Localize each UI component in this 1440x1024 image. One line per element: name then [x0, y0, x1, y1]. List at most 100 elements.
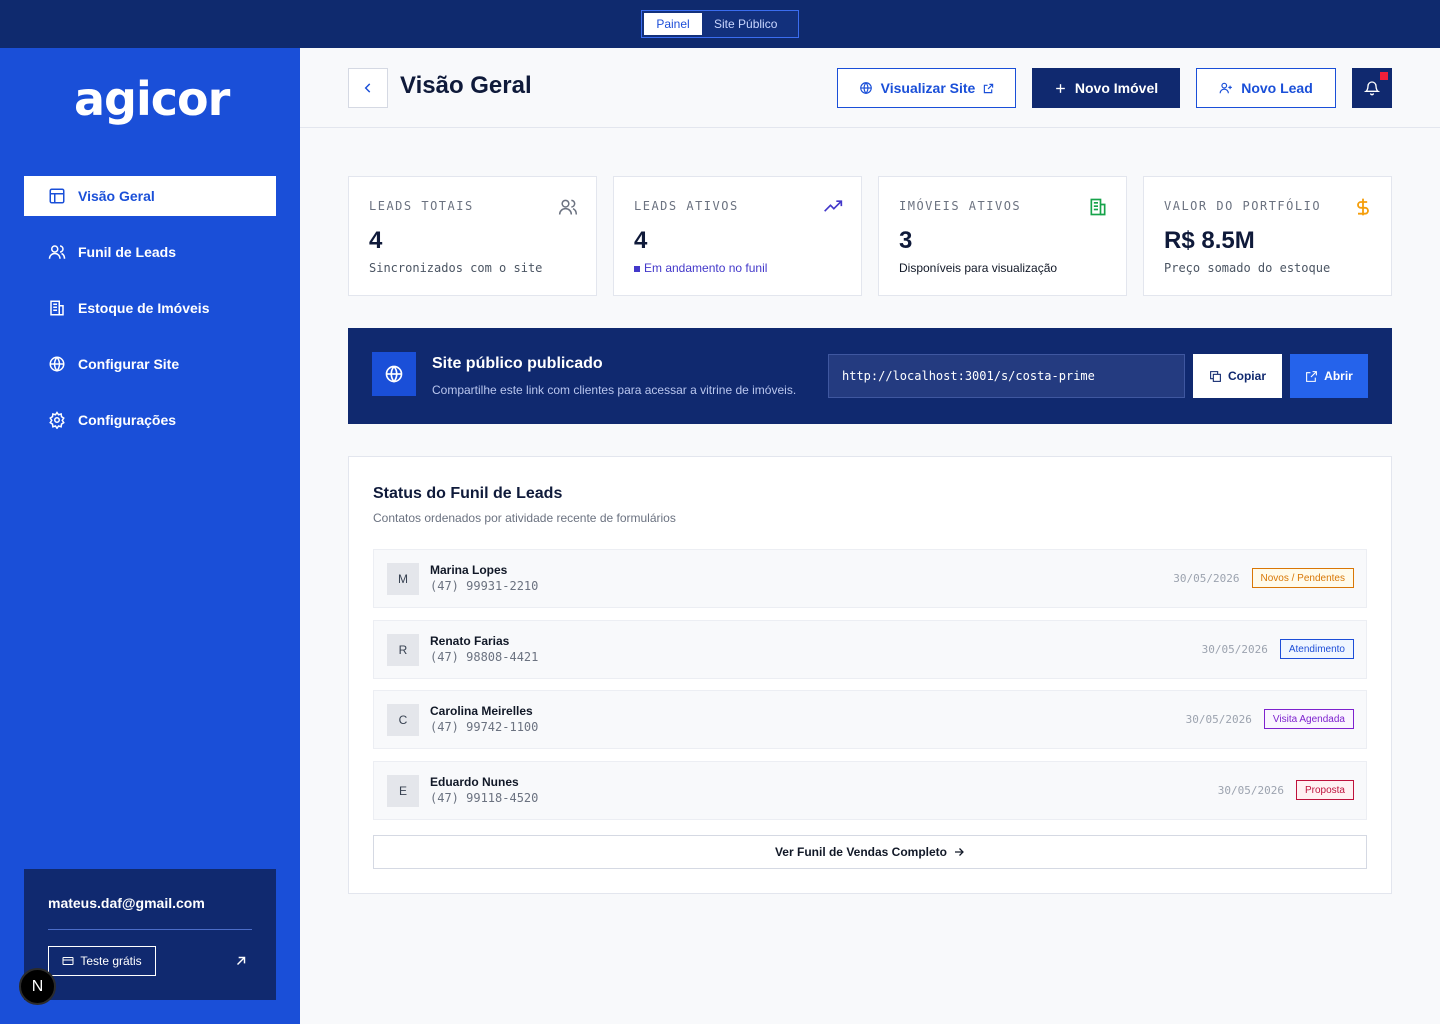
gear-icon	[49, 411, 65, 429]
sidebar-item-label: Visão Geral	[78, 188, 155, 204]
trial-label: Teste grátis	[80, 954, 142, 968]
globe-icon	[859, 82, 872, 95]
external-link-icon	[1306, 370, 1318, 382]
lead-row[interactable]: E Eduardo Nunes (47) 99118-4520 30/05/20…	[373, 761, 1367, 820]
stat-label: VALOR DO PORTFÓLIO	[1164, 199, 1322, 213]
sidebar: agicor Visão Geral Funil de Leads Estoqu…	[0, 48, 300, 1024]
new-lead-button[interactable]: Novo Lead	[1196, 68, 1336, 108]
stat-sub: Em andamento no funil	[634, 261, 767, 275]
lead-date: 30/05/2026	[1185, 712, 1252, 726]
lead-meta: 30/05/2026 Novos / Pendentes	[1173, 568, 1354, 588]
globe-icon	[385, 365, 403, 383]
public-url-field[interactable]: http://localhost:3001/s/costa-prime	[828, 354, 1185, 398]
stat-sub: Disponíveis para visualização	[899, 261, 1058, 275]
avatar: C	[387, 704, 419, 736]
full-funnel-button[interactable]: Ver Funil de Vendas Completo	[373, 835, 1367, 869]
page-header: Visão Geral Visualizar Site Novo Imóvel …	[300, 48, 1440, 128]
plus-icon	[1056, 83, 1065, 93]
new-lead-label: Novo Lead	[1241, 80, 1313, 96]
banner-title: Site público publicado	[432, 355, 603, 372]
stat-card-leads-totais: LEADS TOTAIS 4 Sincronizados com o site	[348, 176, 597, 296]
sidebar-item-label: Configurar Site	[78, 356, 180, 372]
funnel-panel: Status do Funil de Leads Contatos ordena…	[348, 456, 1392, 894]
users-icon	[48, 245, 66, 259]
stat-card-imoveis-ativos: IMÓVEIS ATIVOS 3 Disponíveis para visual…	[878, 176, 1127, 296]
tab-site-publico[interactable]: Site Público	[702, 13, 789, 35]
stat-value: 4	[369, 227, 383, 254]
status-square	[634, 265, 640, 272]
sidebar-item-label: Configurações	[78, 412, 177, 428]
lead-row[interactable]: R Renato Farias (47) 98808-4421 30/05/20…	[373, 620, 1367, 679]
sidebar-item-estoque-de-imoveis[interactable]: Estoque de Imóveis	[24, 288, 276, 328]
status-badge: Visita Agendada	[1263, 709, 1354, 729]
sidebar-item-configurar-site[interactable]: Configurar Site	[24, 344, 276, 384]
new-property-button[interactable]: Novo Imóvel	[1032, 68, 1180, 108]
status-badge: Atendimento	[1279, 639, 1354, 659]
copy-icon	[1210, 370, 1221, 382]
lead-meta: 30/05/2026 Atendimento	[1202, 639, 1354, 659]
account-email: mateus.daf@gmail.com	[48, 895, 205, 911]
notifications-button[interactable]	[1352, 68, 1392, 108]
open-button[interactable]: Abrir	[1290, 354, 1368, 398]
trial-button[interactable]: Teste grátis	[48, 946, 156, 976]
publish-banner: Site público publicado Compartilhe este …	[348, 328, 1392, 424]
lead-phone: (47) 98808-4421	[430, 650, 539, 664]
lead-phone: (47) 99931-2210	[430, 579, 539, 593]
stat-value: 4	[634, 227, 648, 254]
divider	[48, 929, 252, 930]
lead-name: Eduardo Nunes	[430, 775, 519, 789]
sidebar-item-label: Estoque de Imóveis	[78, 300, 210, 316]
banner-globe	[372, 352, 416, 396]
status-badge: Novos / Pendentes	[1251, 568, 1354, 588]
back-button[interactable]	[348, 68, 388, 108]
copy-label: Copiar	[1227, 369, 1266, 383]
tab-painel[interactable]: Painel	[644, 13, 702, 35]
external-link-icon	[984, 83, 994, 93]
bell-icon	[1364, 81, 1380, 96]
stat-sub: Preço somado do estoque	[1164, 261, 1331, 275]
lead-row[interactable]: M Marina Lopes (47) 99931-2210 30/05/202…	[373, 549, 1367, 608]
lead-phone: (47) 99118-4520	[430, 791, 539, 805]
globe-icon	[49, 356, 65, 372]
lead-date: 30/05/2026	[1217, 783, 1284, 797]
copy-button[interactable]: Copiar	[1193, 354, 1282, 398]
stat-card-leads-ativos: LEADS ATIVOS 4 Em andamento no funil	[613, 176, 862, 296]
lead-meta: 30/05/2026 Proposta	[1218, 780, 1354, 800]
arrow-up-right-icon[interactable]	[234, 954, 248, 968]
lead-meta: 30/05/2026 Visita Agendada	[1186, 709, 1354, 729]
stat-label: LEADS TOTAIS	[369, 199, 474, 213]
new-property-label: Novo Imóvel	[1074, 80, 1159, 96]
lead-row[interactable]: C Carolina Meirelles (47) 99742-1100 30/…	[373, 690, 1367, 749]
full-funnel-label: Ver Funil de Vendas Completo	[774, 845, 948, 859]
dev-badge[interactable]: N	[19, 968, 56, 1005]
avatar: E	[387, 775, 419, 807]
trending-up-icon	[824, 200, 843, 212]
status-badge: Proposta	[1295, 780, 1354, 800]
lead-date: 30/05/2026	[1173, 571, 1240, 585]
view-switch: Painel Site Público	[641, 10, 799, 38]
panel-subtitle: Contatos ordenados por atividade recente…	[373, 511, 676, 525]
lead-name: Marina Lopes	[430, 563, 508, 577]
account-card: mateus.daf@gmail.com Teste grátis	[24, 869, 276, 1000]
building-icon	[1090, 198, 1106, 216]
stat-label: IMÓVEIS ATIVOS	[899, 199, 1022, 213]
page-title: Visão Geral	[400, 72, 532, 99]
banner-subtitle: Compartilhe este link com clientes para …	[432, 383, 797, 397]
logo[interactable]: agicor	[74, 72, 230, 126]
view-site-button[interactable]: Visualizar Site	[837, 68, 1016, 108]
notification-dot	[1380, 72, 1388, 80]
building-icon	[50, 300, 64, 316]
sidebar-item-visao-geral[interactable]: Visão Geral	[24, 176, 276, 216]
sidebar-item-configuracoes[interactable]: Configurações	[24, 400, 276, 440]
chevron-left-icon	[364, 83, 371, 93]
top-bar: Painel Site Público	[0, 0, 1440, 48]
dollar-icon	[1357, 198, 1369, 216]
avatar: M	[387, 563, 419, 595]
card-icon	[62, 957, 74, 965]
view-site-label: Visualizar Site	[880, 80, 976, 96]
arrow-right-icon	[955, 848, 964, 856]
lead-name: Renato Farias	[430, 634, 510, 648]
sidebar-item-funil-de-leads[interactable]: Funil de Leads	[24, 232, 276, 272]
stat-value: 3	[899, 227, 913, 254]
stat-sub-text: Em andamento no funil	[644, 261, 768, 275]
